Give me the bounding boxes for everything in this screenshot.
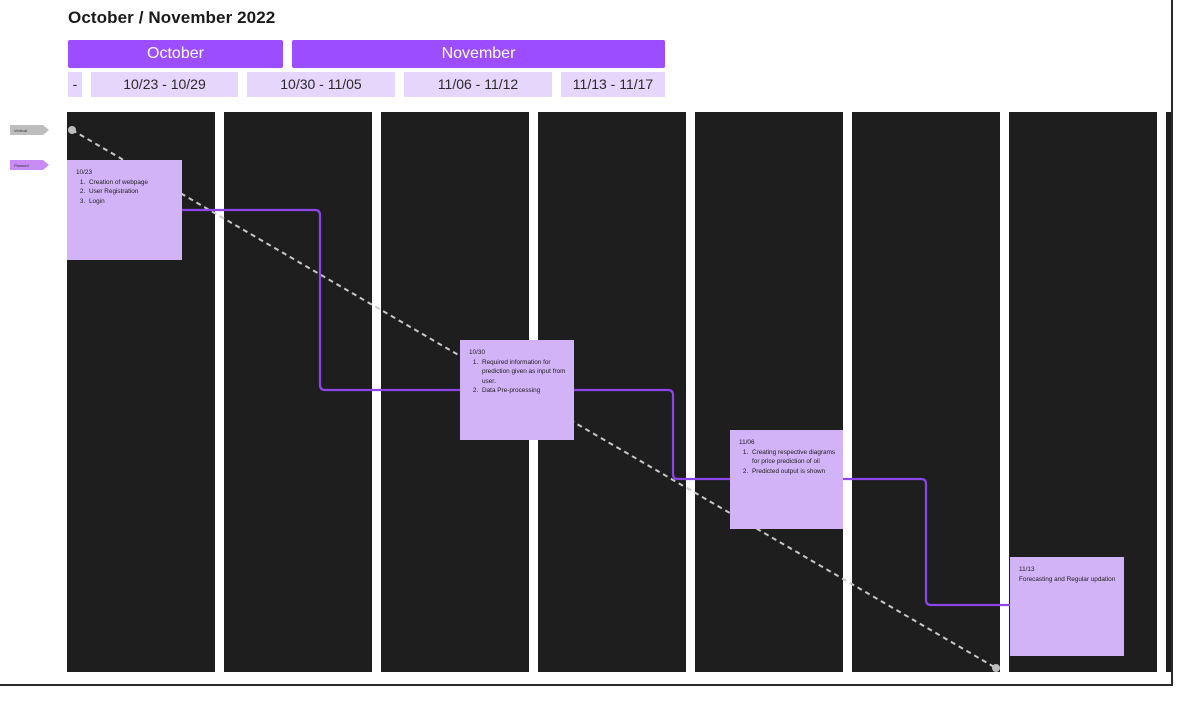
actual-start-dot	[68, 126, 76, 134]
planned-path-segment	[843, 477, 1010, 607]
milestone-note-11-06[interactable]: 11/06 Creating respective diagrams for p…	[730, 430, 843, 529]
milestone-task-list: Creation of webpage User Registration Lo…	[76, 178, 176, 206]
milestone-date: 10/30	[469, 349, 485, 356]
milestone-note-10-30[interactable]: 10/30 Required information for predictio…	[460, 340, 574, 440]
milestone-note-10-23[interactable]: 10/23 Creation of webpage User Registrat…	[67, 160, 182, 260]
milestone-description: Forecasting and Regular updation	[1019, 576, 1116, 584]
planned-path-segment	[182, 208, 460, 392]
milestone-task: Creating respective diagrams for price p…	[750, 448, 837, 466]
milestone-date: 11/06	[739, 439, 755, 446]
planned-path-segment	[574, 388, 730, 481]
frame-bottom-border	[0, 684, 1172, 686]
milestone-task: Login	[87, 197, 176, 206]
milestone-task-list: Creating respective diagrams for price p…	[739, 448, 837, 476]
frame-right-border	[1171, 0, 1173, 686]
milestone-note-11-13[interactable]: 11/13 Forecasting and Regular updation	[1010, 557, 1124, 656]
milestone-task: User Registration	[87, 187, 176, 196]
milestone-date: 10/23	[76, 169, 92, 176]
actual-end-dot	[992, 664, 1000, 672]
milestone-task-list: Required information for prediction give…	[469, 358, 568, 395]
milestone-date: 11/13	[1019, 566, 1035, 573]
milestone-task: Required information for prediction give…	[480, 358, 568, 386]
milestone-task: Creation of webpage	[87, 178, 176, 187]
milestone-task: Data Pre-processing	[480, 386, 568, 395]
milestone-task: Predicted output is shown	[750, 467, 837, 476]
